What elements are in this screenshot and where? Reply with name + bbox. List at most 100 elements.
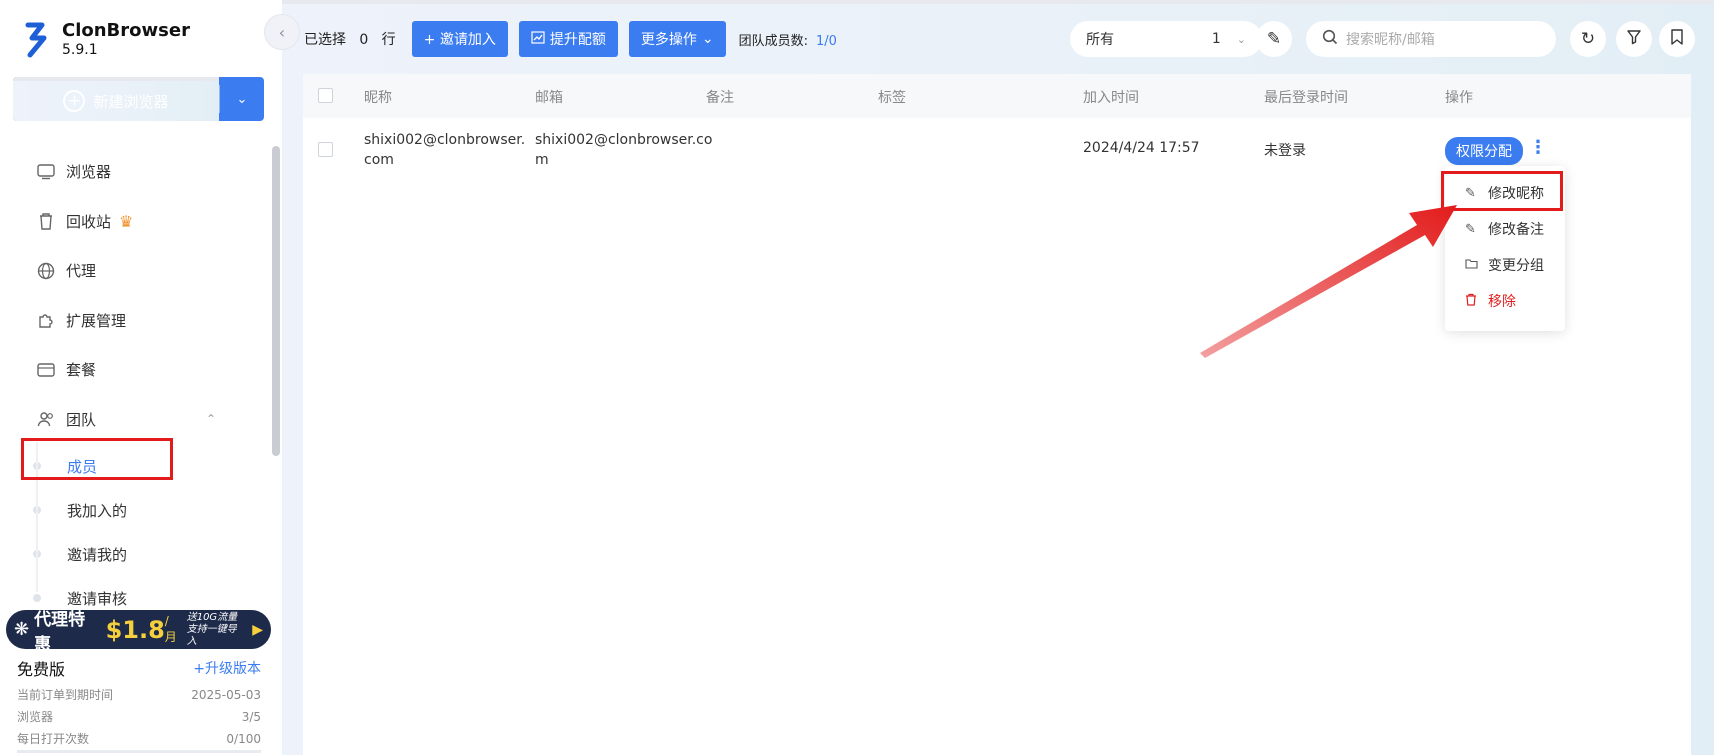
sidebar-item-plans[interactable]: 套餐: [0, 345, 282, 395]
email-cell: shixi002@clonbrowser.co m: [535, 130, 712, 170]
sidebar-item-label: 团队: [66, 410, 97, 429]
joined-cell: 2024/4/24 17:57: [1083, 140, 1200, 156]
members-count: 1/0: [815, 33, 837, 49]
pencil-icon: ✎: [1266, 29, 1282, 49]
sidebar-subitem-label: 邀请我的: [67, 545, 128, 564]
promo-line2: 支持一键导入: [186, 623, 237, 647]
members-highlight-box: [21, 438, 173, 480]
email-line: m: [535, 152, 549, 168]
promo-price: $1.8: [105, 615, 165, 644]
plan-row-label: 每日打开次数: [17, 732, 90, 746]
play-icon: ▶: [252, 621, 264, 638]
wallet-icon: [36, 360, 56, 380]
sidebar-item-label: 套餐: [66, 361, 97, 380]
funnel-icon: [1626, 29, 1642, 50]
sidebar-item-team[interactable]: 团队 ⌃: [0, 395, 282, 445]
plus-circle-icon: +: [63, 90, 86, 112]
edit-icon: ✎: [1465, 221, 1476, 237]
sidebar-item-browsers[interactable]: 浏览器: [0, 147, 282, 197]
bookmark-button[interactable]: [1659, 21, 1695, 57]
sidebar-subitem-invited-me[interactable]: 邀请我的: [0, 532, 282, 576]
proxy-promo-banner[interactable]: ❋ 代理特惠 $1.8 /月 送10G流量 支持一键导入 ▶: [6, 610, 271, 649]
puzzle-icon: [36, 310, 56, 330]
new-browser-button[interactable]: + 新建浏览器: [13, 77, 219, 121]
bookmark-icon: [1670, 28, 1684, 50]
row-checkbox[interactable]: [318, 142, 333, 157]
raise-quota-button[interactable]: 提升配额: [518, 21, 618, 57]
assign-permission-button[interactable]: 权限分配: [1445, 137, 1523, 165]
raise-quota-label: 提升配额: [549, 32, 606, 48]
menu-item-label: 移除: [1488, 294, 1516, 310]
plan-usage-bar: [17, 750, 261, 753]
plan-row-value: 2025-05-03: [191, 688, 261, 702]
collapse-sidebar-button[interactable]: ‹: [264, 14, 300, 50]
clonbrowser-logo-icon: [25, 22, 47, 58]
filter-button[interactable]: [1616, 21, 1652, 57]
selection-suffix: 行: [381, 32, 396, 48]
chevron-down-icon: ⌄: [1236, 32, 1246, 46]
edit-button[interactable]: ✎: [1256, 21, 1292, 57]
plan-row-label: 浏览器: [17, 710, 54, 724]
select-all-checkbox[interactable]: [318, 88, 333, 103]
chevron-up-icon: ⌃: [205, 412, 216, 427]
more-actions-button[interactable]: 更多操作 ⌄: [628, 21, 726, 57]
nickname-line: com: [364, 152, 394, 168]
sidebar-scrollbar[interactable]: [272, 146, 280, 456]
app-name: ClonBrowser: [62, 20, 190, 41]
plan-row: 当前订单到期时间 2025-05-03: [17, 684, 261, 706]
selection-count-value: 0: [359, 32, 369, 48]
sidebar-subitem-label: 邀请审核: [67, 589, 128, 608]
sidebar-item-proxy[interactable]: 代理: [0, 246, 282, 296]
team-icon: [36, 409, 56, 429]
trash-icon: [36, 211, 56, 231]
sidebar-item-label: 扩展管理: [66, 311, 127, 330]
chart-up-icon: [531, 30, 545, 48]
trash-icon: [1465, 293, 1479, 310]
plan-row-label: 当前订单到期时间: [17, 688, 114, 702]
promo-per: /月: [164, 614, 177, 644]
sidebar-item-extensions[interactable]: 扩展管理: [0, 296, 282, 346]
plan-row: 每日打开次数 0/100: [17, 728, 261, 750]
filter-label: 所有: [1086, 32, 1114, 48]
new-browser-label: 新建浏览器: [93, 92, 169, 111]
search-icon: [1322, 29, 1338, 49]
search-placeholder: 搜索昵称/邮箱: [1346, 32, 1435, 48]
more-vertical-icon[interactable]: ⋮: [1529, 137, 1547, 158]
last-login-cell: 未登录: [1264, 143, 1306, 159]
upgrade-link[interactable]: +升级版本: [193, 658, 261, 678]
nickname-cell: shixi002@clonbrowser. com: [364, 130, 525, 170]
promo-logo-icon: ❋: [14, 619, 30, 640]
sidebar-subitem-joined[interactable]: 我加入的: [0, 488, 282, 532]
promo-title: 代理特惠: [34, 610, 86, 649]
sidebar-item-label: 代理: [66, 262, 97, 281]
crown-icon: ♛: [119, 211, 134, 231]
refresh-icon: ↻: [1580, 29, 1596, 49]
plan-name: 免费版: [17, 660, 66, 679]
app-version: 5.9.1: [62, 42, 98, 58]
table-header: 昵称 邮箱 备注 标签 加入时间 最后登录时间 操作: [303, 74, 1691, 118]
refresh-button[interactable]: ↻: [1570, 21, 1606, 57]
new-browser-dropdown-button[interactable]: ⌄: [220, 77, 264, 121]
sidebar: ClonBrowser 5.9.1 + 新建浏览器 ⌄ 浏览器 回收站 ♛ 代理…: [0, 0, 282, 755]
promo-side-text: 送10G流量 支持一键导入: [187, 612, 247, 648]
column-header: 最后登录时间: [1264, 90, 1348, 106]
selection-count: 已选择 0 行: [304, 29, 396, 49]
chevron-left-icon: ‹: [278, 22, 286, 42]
column-header: 备注: [706, 90, 734, 106]
selection-prefix: 已选择: [304, 32, 346, 48]
invite-label: + 邀请加入: [423, 32, 496, 48]
group-filter-select[interactable]: 所有 1 ⌄: [1070, 21, 1262, 57]
search-box[interactable]: 搜索昵称/邮箱: [1306, 21, 1556, 57]
invite-button[interactable]: + 邀请加入: [411, 21, 508, 57]
folder-icon: [1465, 258, 1479, 273]
menu-item-label: 修改备注: [1488, 222, 1544, 238]
brand: ClonBrowser 5.9.1: [0, 0, 282, 62]
sidebar-item-recycle-bin[interactable]: 回收站 ♛: [0, 197, 282, 247]
column-header: 操作: [1445, 90, 1473, 106]
menu-item-label: 变更分组: [1488, 258, 1544, 274]
tree-dot: [33, 594, 41, 602]
sidebar-item-label: 浏览器: [66, 163, 112, 182]
column-header: 标签: [878, 90, 906, 106]
more-actions-label: 更多操作: [640, 32, 697, 48]
column-header: 昵称: [364, 90, 392, 106]
